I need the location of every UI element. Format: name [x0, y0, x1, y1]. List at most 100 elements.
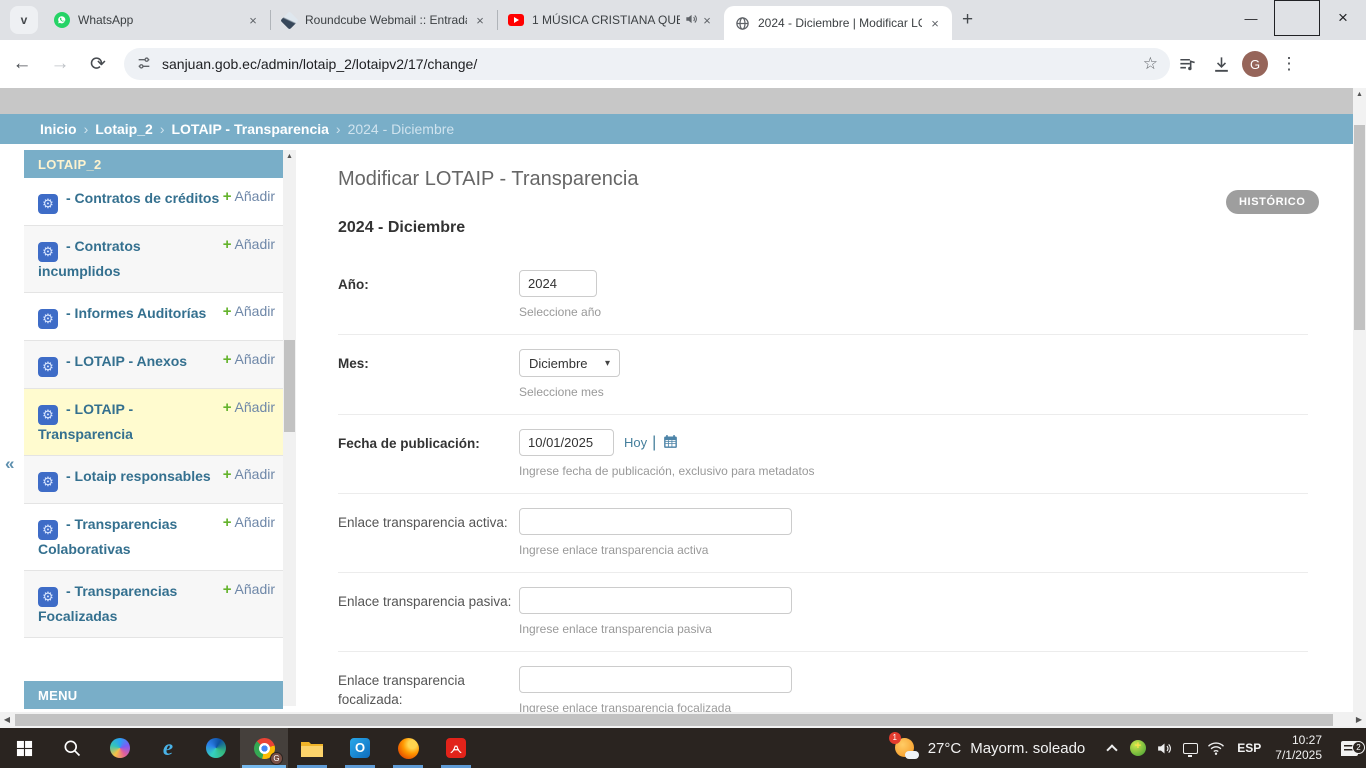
globe-icon — [734, 15, 750, 31]
sidebar-item--informes-auditor-as[interactable]: +Añadir⚙- Informes Auditorías — [24, 293, 283, 341]
sidebar-item--transparencias-focalizadas[interactable]: +Añadir⚙- Transparencias Focalizadas — [24, 571, 283, 638]
tab-roundcube[interactable]: Roundcube Webmail :: Entrada × — [271, 0, 497, 40]
breadcrumb-inicio[interactable]: Inicio — [40, 121, 77, 137]
taskbar-file-explorer-button[interactable] — [288, 728, 336, 768]
reload-button[interactable]: ⟳ — [82, 48, 114, 80]
tab-youtube[interactable]: 1 MÚSICA CRISTIANA QUE × — [498, 0, 724, 40]
sidebar-section: MENU+Añadir- Páginas+Añadir≡- Submenús — [24, 681, 283, 712]
field-label: Mes: — [338, 349, 519, 399]
audio-speaker-icon[interactable] — [684, 12, 698, 29]
browser-menu-icon[interactable]: ⋮ — [1272, 47, 1306, 81]
notification-center-button[interactable]: 2 — [1332, 741, 1366, 756]
weather-widget[interactable]: 1 27°C Mayorm. soleado — [891, 735, 1086, 761]
breadcrumb-lotaip2[interactable]: Lotaip_2 — [95, 121, 153, 137]
close-window-button[interactable]: × — [1320, 0, 1366, 36]
field-row-ano: Año:Seleccione año — [338, 256, 1308, 334]
taskbar-clock[interactable]: 10:27 7/1/2025 — [1275, 733, 1322, 763]
add-link[interactable]: +Añadir — [223, 580, 275, 599]
internet-explorer-icon: e — [163, 735, 173, 761]
taskbar-search-button[interactable] — [48, 728, 96, 768]
clock-date: 7/1/2025 — [1275, 748, 1322, 762]
search-icon — [62, 738, 82, 758]
enlace-pasiva-input[interactable] — [519, 587, 792, 614]
add-link[interactable]: +Añadir — [223, 302, 275, 321]
web-page: Inicio › Lotaip_2 › LOTAIP - Transparenc… — [0, 88, 1366, 712]
scrollbar-thumb[interactable] — [15, 714, 1333, 726]
sidebar-collapse-button[interactable]: « — [5, 454, 14, 474]
scrollbar-thumb[interactable] — [1354, 125, 1365, 330]
sidebar-section: LOTAIP_2+Añadir⚙- Contratos de créditos+… — [24, 150, 283, 638]
close-icon[interactable]: × — [926, 14, 944, 32]
page-horizontal-scrollbar[interactable]: ◀ ▶ — [0, 712, 1366, 728]
youtube-icon — [508, 12, 524, 28]
tray-expand-button[interactable] — [1099, 742, 1125, 754]
mes-select[interactable]: Diciembre▾ — [519, 349, 620, 377]
bookmark-star-icon[interactable]: ☆ — [1143, 54, 1158, 74]
sidebar-item--lotaip-anexos[interactable]: +Añadir⚙- LOTAIP - Anexos — [24, 341, 283, 389]
ano-input[interactable] — [519, 270, 597, 297]
calendar-icon[interactable] — [662, 437, 679, 454]
address-bar[interactable]: sanjuan.gob.ec/admin/lotaip_2/lotaipv2/1… — [124, 48, 1170, 80]
edge-icon — [206, 738, 226, 758]
sidebar-item-label: - Informes Auditorías — [66, 305, 206, 321]
sidebar-item--lotaip-responsables[interactable]: +Añadir⚙- Lotaip responsables — [24, 456, 283, 504]
back-button[interactable]: ← — [6, 48, 38, 80]
plus-icon: + — [223, 236, 232, 253]
start-button[interactable] — [0, 728, 48, 768]
tab-search-button[interactable]: v — [10, 6, 38, 34]
sidebar-item--contratos-incumplidos[interactable]: +Añadir⚙- Contratos incumplidos — [24, 226, 283, 293]
new-tab-button[interactable]: + — [962, 9, 973, 31]
close-icon[interactable]: × — [471, 11, 489, 29]
add-label: Añadir — [235, 188, 275, 204]
add-link[interactable]: +Añadir — [223, 398, 275, 417]
sidebar-item--lotaip-transparencia[interactable]: +Añadir⚙- LOTAIP - Transparencia — [24, 389, 283, 456]
taskbar-copilot-button[interactable] — [96, 728, 144, 768]
antivirus-tray-icon[interactable] — [1125, 740, 1151, 756]
close-icon[interactable]: × — [698, 11, 716, 29]
fecha-publicacion-input[interactable] — [519, 429, 614, 456]
scroll-right-icon[interactable]: ▶ — [1352, 712, 1366, 728]
breadcrumb-lotaip-transparencia[interactable]: LOTAIP - Transparencia — [171, 121, 328, 137]
taskbar-outlook-button[interactable]: O — [336, 728, 384, 768]
add-link[interactable]: +Añadir — [223, 350, 275, 369]
windows-taskbar: e G O 1 27°C Mayorm. soleado ESP — [0, 728, 1366, 768]
minimize-button[interactable]: — — [1228, 0, 1274, 36]
add-link[interactable]: +Añadir — [223, 513, 275, 532]
scroll-up-icon[interactable]: ▲ — [1353, 88, 1366, 102]
taskbar-firefox-button[interactable] — [384, 728, 432, 768]
forward-button[interactable]: → — [44, 48, 76, 80]
sidebar-item--contratos-de-cr-ditos[interactable]: +Añadir⚙- Contratos de créditos — [24, 178, 283, 226]
sidebar-item--transparencias-colaborativas[interactable]: +Añadir⚙- Transparencias Colaborativas — [24, 504, 283, 571]
taskbar-edge-button[interactable] — [192, 728, 240, 768]
add-link[interactable]: +Añadir — [223, 187, 275, 206]
cast-screen-icon[interactable] — [1177, 743, 1203, 754]
page-vertical-scrollbar[interactable]: ▲ — [1353, 88, 1366, 712]
tab-active-django-admin[interactable]: 2024 - Diciembre | Modificar LO × — [724, 6, 952, 40]
scroll-left-icon[interactable]: ◀ — [0, 712, 14, 728]
media-controls-icon[interactable] — [1170, 47, 1204, 81]
profile-avatar[interactable]: G — [1238, 47, 1272, 81]
historico-button[interactable]: HISTÓRICO — [1226, 190, 1319, 214]
enlace-focalizada-input[interactable] — [519, 666, 792, 693]
site-settings-icon[interactable] — [136, 55, 152, 74]
download-icon[interactable] — [1204, 47, 1238, 81]
url-text[interactable]: sanjuan.gob.ec/admin/lotaip_2/lotaipv2/1… — [162, 56, 1143, 72]
volume-icon[interactable] — [1151, 740, 1177, 757]
taskbar-acrobat-button[interactable] — [432, 728, 480, 768]
taskbar-chrome-button[interactable]: G — [240, 728, 288, 768]
wifi-icon[interactable] — [1203, 741, 1229, 756]
close-icon[interactable]: × — [244, 11, 262, 29]
add-link[interactable]: +Añadir — [223, 465, 275, 484]
scrollbar-thumb[interactable] — [284, 340, 295, 432]
restore-button[interactable] — [1274, 0, 1320, 36]
field-help-text: Ingrese enlace transparencia activa — [519, 543, 1308, 557]
language-indicator[interactable]: ESP — [1237, 741, 1261, 755]
taskbar-ie-button[interactable]: e — [144, 728, 192, 768]
sidebar-scrollbar[interactable]: ▲ — [283, 150, 296, 706]
enlace-activa-input[interactable] — [519, 508, 792, 535]
tab-whatsapp[interactable]: WhatsApp × — [44, 0, 270, 40]
tab-title: Roundcube Webmail :: Entrada — [305, 13, 467, 27]
scroll-up-icon[interactable]: ▲ — [283, 150, 296, 163]
add-link[interactable]: +Añadir — [223, 235, 275, 254]
today-link[interactable]: Hoy — [624, 435, 647, 450]
